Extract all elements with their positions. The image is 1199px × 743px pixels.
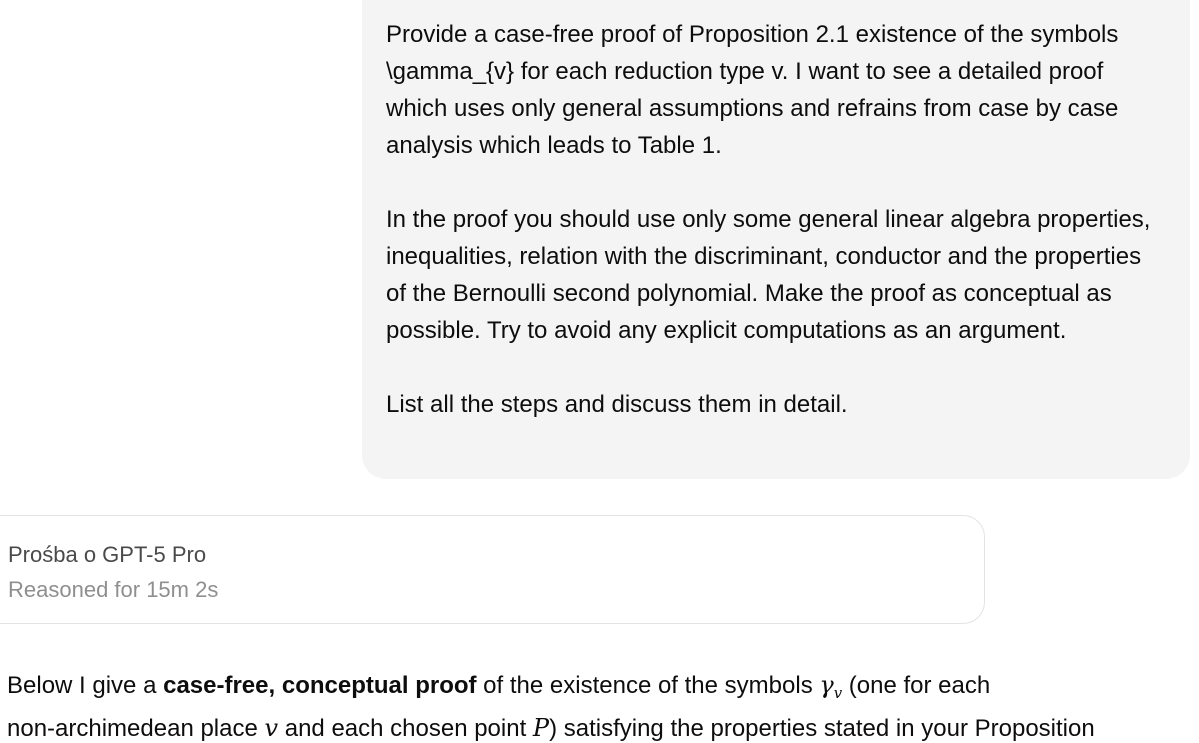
reasoning-duration: Reasoned for 15m 2s [8,577,219,602]
gamma-v-symbol: γv [819,671,843,703]
assistant-line-2: non-archimedean place v and each chosen … [7,707,1192,743]
reasoning-title: Prośba o GPT-5 Pro [8,542,207,567]
assistant-text: ) satisfying the properties stated in yo… [549,715,1095,742]
user-message-paragraph-1: Provide a case-free proof of Proposition… [386,21,1119,159]
place-v-symbol: v [264,714,279,742]
assistant-text: and each chosen point [278,715,533,742]
reasoning-summary-card[interactable]: Prośba o GPT-5 Pro Reasoned for 15m 2s [0,515,985,624]
assistant-bold-text: case-free, conceptual proof [163,672,477,699]
user-message-paragraph-3: List all the steps and discuss them in d… [386,391,848,418]
gamma-letter: γ [819,671,834,699]
assistant-text: Below I give a [7,672,164,699]
assistant-text: (one for each [842,672,991,699]
assistant-text: non-archimedean place [7,715,265,742]
chat-page: Provide a case-free proof of Proposition… [0,0,1199,743]
assistant-message: Below I give a case-free, conceptual pro… [7,664,1192,743]
assistant-text: of the existence of the symbols [476,672,820,699]
point-p-symbol: P [532,714,550,742]
user-message-bubble: Provide a case-free proof of Proposition… [362,0,1190,479]
gamma-subscript: v [833,684,843,703]
assistant-line-1: Below I give a case-free, conceptual pro… [7,664,1192,707]
user-message-paragraph-2: In the proof you should use only some ge… [386,206,1151,344]
